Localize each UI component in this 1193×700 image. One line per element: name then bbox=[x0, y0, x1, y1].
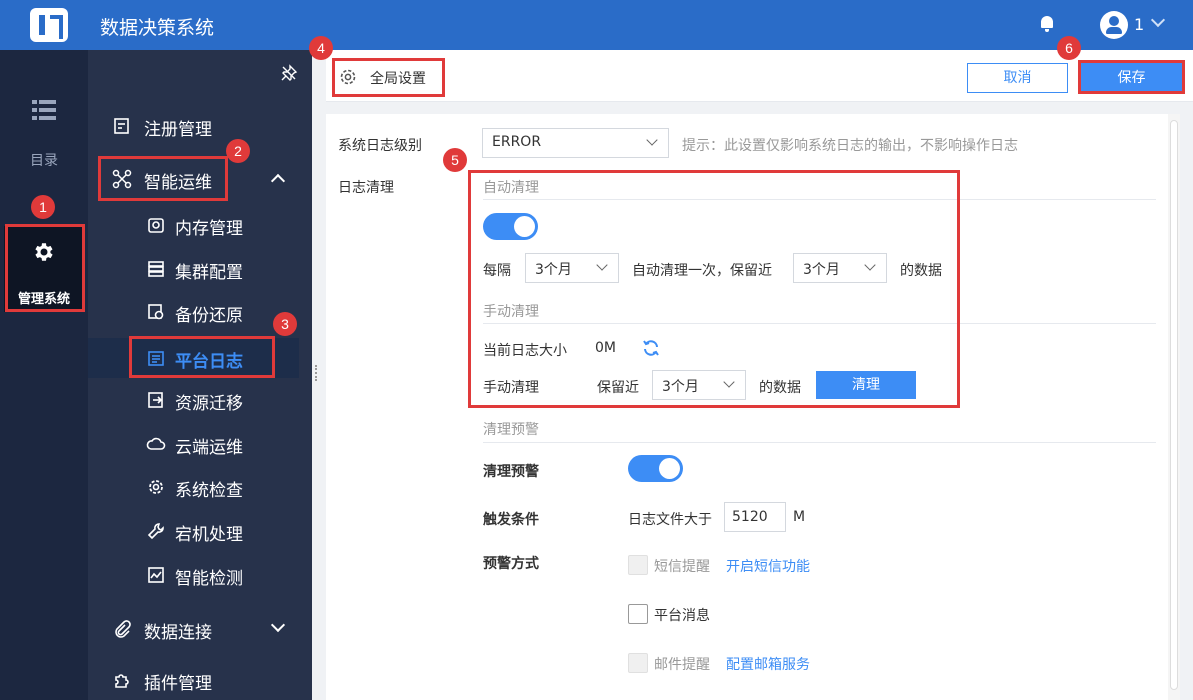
register-icon bbox=[112, 116, 132, 136]
bell-icon[interactable] bbox=[1040, 16, 1054, 32]
platform-message-checkbox[interactable] bbox=[628, 604, 648, 624]
sidebar-item-label: 宕机处理 bbox=[175, 525, 243, 545]
sidebar-item-label: 云端运维 bbox=[175, 438, 243, 458]
divider bbox=[483, 442, 1156, 443]
user-name[interactable]: 1 bbox=[1134, 15, 1144, 34]
rail-directory-label[interactable]: 目录 bbox=[0, 150, 88, 170]
trigger-text: 日志文件大于 bbox=[628, 512, 712, 528]
log-level-select[interactable]: ERROR bbox=[482, 128, 669, 158]
log-level-label: 系统日志级别 bbox=[338, 138, 422, 154]
sidebar-item-label: 集群配置 bbox=[175, 263, 243, 283]
chevron-up-icon bbox=[270, 173, 286, 189]
sidebar-item-label: 注册管理 bbox=[144, 120, 212, 140]
highlight-box-save bbox=[1078, 60, 1185, 94]
trigger-size-input[interactable]: 5120 bbox=[724, 502, 786, 532]
trigger-label: 触发条件 bbox=[483, 512, 539, 528]
cleanup-warning-toggle[interactable] bbox=[628, 455, 683, 482]
sidebar-item-label: 数据连接 bbox=[144, 623, 212, 643]
gear-icon bbox=[146, 477, 166, 497]
scrollbar[interactable] bbox=[1168, 114, 1180, 700]
highlight-box-log-cleanup bbox=[468, 170, 960, 408]
warning-toggle-label: 清理预警 bbox=[483, 464, 539, 480]
sms-label: 短信提醒 bbox=[654, 559, 710, 575]
app-title: 数据决策系统 bbox=[100, 17, 215, 39]
backup-icon bbox=[146, 302, 166, 322]
sidebar-item-data-connection[interactable]: 数据连接 bbox=[88, 609, 312, 649]
sidebar-item-migration[interactable]: 资源迁移 bbox=[88, 380, 312, 420]
sidebar-item-plugins[interactable]: 插件管理 bbox=[88, 660, 312, 700]
left-rail: 目录 管理系统 bbox=[0, 50, 88, 700]
sidebar-item-smart-detect[interactable]: 智能检测 bbox=[88, 555, 312, 595]
wrench-icon bbox=[146, 521, 166, 541]
scrollbar-thumb[interactable] bbox=[1170, 120, 1178, 690]
sidebar-item-cloud-ops[interactable]: 云端运维 bbox=[88, 424, 312, 464]
paperclip-icon bbox=[112, 619, 132, 639]
highlight-box-admin bbox=[5, 224, 85, 312]
method-label: 预警方式 bbox=[483, 556, 539, 572]
chevron-down-icon bbox=[270, 617, 286, 633]
highlight-box-global-settings bbox=[332, 58, 445, 97]
warning-section: 清理预警 bbox=[483, 422, 539, 438]
monitor-icon bbox=[146, 565, 166, 585]
step-marker: 1 bbox=[31, 195, 55, 219]
cancel-button[interactable]: 取消 bbox=[967, 63, 1068, 93]
sidebar-item-label: 内存管理 bbox=[175, 219, 243, 239]
panel-splitter[interactable] bbox=[312, 50, 326, 700]
chevron-down-icon bbox=[646, 134, 658, 146]
sidebar-item-label: 智能检测 bbox=[175, 569, 243, 589]
platform-message-label: 平台消息 bbox=[654, 608, 710, 624]
sidebar-item-registration[interactable]: 注册管理 bbox=[88, 106, 312, 146]
configure-mail-link[interactable]: 配置邮箱服务 bbox=[726, 654, 810, 674]
puzzle-icon bbox=[112, 670, 132, 690]
sidebar-item-label: 资源迁移 bbox=[175, 394, 243, 414]
sidebar-item-memory[interactable]: 内存管理 bbox=[88, 205, 312, 245]
step-marker: 3 bbox=[273, 312, 297, 336]
log-cleanup-label: 日志清理 bbox=[338, 180, 394, 196]
step-marker: 4 bbox=[309, 36, 333, 60]
memory-icon bbox=[146, 215, 166, 235]
mail-checkbox[interactable] bbox=[628, 653, 648, 673]
list-icon[interactable] bbox=[32, 100, 56, 120]
sidebar-item-label: 备份还原 bbox=[175, 306, 243, 326]
server-icon bbox=[146, 259, 166, 279]
enable-sms-link[interactable]: 开启短信功能 bbox=[726, 556, 810, 576]
select-value: ERROR bbox=[492, 134, 542, 150]
drag-handle-icon[interactable] bbox=[315, 365, 319, 381]
sidebar-item-label: 系统检查 bbox=[175, 481, 243, 501]
sidebar-item-label: 插件管理 bbox=[144, 674, 212, 694]
sidebar-item-cluster[interactable]: 集群配置 bbox=[88, 249, 312, 289]
sidebar-item-crash-handling[interactable]: 宕机处理 bbox=[88, 511, 312, 551]
sms-checkbox[interactable] bbox=[628, 555, 648, 575]
pin-icon[interactable] bbox=[280, 64, 298, 82]
log-level-hint: 提示：此设置仅影响系统日志的输出，不影响操作日志 bbox=[682, 138, 1018, 154]
user-avatar-icon[interactable] bbox=[1100, 11, 1128, 39]
highlight-box-platform-log bbox=[129, 336, 275, 378]
top-bar: 数据决策系统 1 bbox=[0, 0, 1193, 50]
step-marker: 2 bbox=[226, 139, 250, 163]
step-marker: 5 bbox=[443, 148, 467, 172]
chevron-down-icon[interactable] bbox=[1150, 12, 1166, 28]
cloud-icon bbox=[146, 434, 166, 454]
highlight-box-smart-ops bbox=[98, 156, 228, 201]
migrate-icon bbox=[146, 390, 166, 410]
step-marker: 6 bbox=[1057, 36, 1081, 60]
mail-label: 邮件提醒 bbox=[654, 657, 710, 673]
sidebar-item-system-check[interactable]: 系统检查 bbox=[88, 467, 312, 507]
trigger-unit: M bbox=[793, 509, 806, 525]
app-logo bbox=[30, 8, 68, 42]
